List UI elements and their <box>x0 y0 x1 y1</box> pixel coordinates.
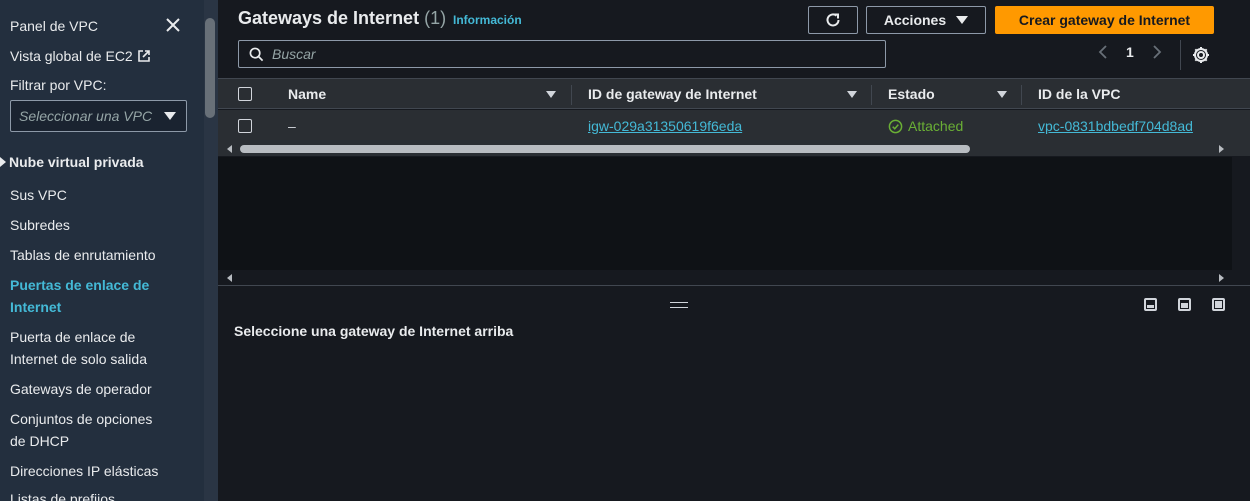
sort-caret-icon[interactable] <box>546 91 556 98</box>
page-horizontal-scrollbar[interactable] <box>218 270 1250 286</box>
pagination: 1 <box>1098 44 1162 60</box>
sidebar-item-elastic-ips[interactable]: Direcciones IP elásticas <box>10 460 190 482</box>
sidebar-item-prefix-lists[interactable]: Listas de prefijos <box>10 488 190 501</box>
table-horizontal-scrollbar[interactable] <box>218 142 1250 156</box>
info-link[interactable]: Información <box>453 13 522 27</box>
chevron-right-icon[interactable] <box>1152 44 1162 60</box>
page-title-text: Gateways de Internet <box>238 8 420 28</box>
sidebar: Panel de VPC Vista global de EC2 Filtrar… <box>0 0 218 501</box>
caret-down-icon <box>164 112 176 120</box>
caret-right-icon <box>0 157 6 167</box>
vpc-filter-select[interactable]: Seleccionar una VPC <box>10 100 187 132</box>
panel-maximize-icon[interactable] <box>1212 298 1225 311</box>
ec2-link-label: Vista global de EC2 <box>10 48 133 64</box>
vpc-filter-placeholder: Seleccionar una VPC <box>19 108 153 124</box>
search-placeholder: Buscar <box>272 46 316 62</box>
ec2-global-view-link[interactable]: Vista global de EC2 <box>10 48 151 64</box>
vertical-scrollbar[interactable] <box>1232 157 1250 270</box>
refresh-button[interactable] <box>808 6 858 34</box>
page-title: Gateways de Internet (1) <box>238 8 446 29</box>
close-icon[interactable] <box>163 15 183 35</box>
gear-icon[interactable] <box>1191 45 1211 65</box>
status-text: Attached <box>908 118 964 134</box>
sidebar-item-subnets[interactable]: Subredes <box>10 214 190 236</box>
table-header: Name ID de gateway de Internet Estado ID… <box>218 78 1250 109</box>
external-link-icon <box>137 50 150 62</box>
caret-down-icon <box>956 16 969 24</box>
sort-caret-icon[interactable] <box>847 91 857 98</box>
cell-status: Attached <box>888 118 963 134</box>
divider <box>1180 40 1181 70</box>
table-empty-area <box>218 157 1232 270</box>
cell-vpc-id-link[interactable]: vpc-0831bdbedf704d8ad <box>1038 118 1193 134</box>
column-header-vpc-id[interactable]: ID de la VPC <box>1038 86 1120 102</box>
sidebar-item-internet-gateways[interactable]: Puertas de enlace de Internet <box>10 274 160 318</box>
chevron-left-icon[interactable] <box>1098 44 1108 60</box>
scrollbar-thumb[interactable] <box>240 145 970 153</box>
sidebar-item-carrier-gateways[interactable]: Gateways de operador <box>10 378 190 400</box>
column-divider[interactable] <box>871 85 872 105</box>
search-input[interactable]: Buscar <box>238 40 886 68</box>
table-row[interactable]: – igw-029a31350619f6eda Attached vpc-083… <box>218 110 1250 142</box>
split-panel: Seleccione una gateway de Internet arrib… <box>218 287 1250 501</box>
cell-gateway-id-link[interactable]: igw-029a31350619f6eda <box>588 118 742 134</box>
success-icon <box>888 119 903 133</box>
sidebar-item-egress-only-gateways[interactable]: Puerta de enlace de Internet de solo sal… <box>10 326 160 370</box>
create-internet-gateway-button[interactable]: Crear gateway de Internet <box>995 6 1214 34</box>
column-header-status[interactable]: Estado <box>888 86 935 102</box>
sidebar-item-route-tables[interactable]: Tablas de enrutamiento <box>10 244 190 266</box>
sidebar-item-dhcp-options[interactable]: Conjuntos de opciones de DHCP <box>10 408 170 452</box>
section-title: Nube virtual privada <box>9 154 144 170</box>
panel-side-icon[interactable] <box>1178 298 1191 311</box>
sort-caret-icon[interactable] <box>997 91 1007 98</box>
scroll-left-arrow-icon[interactable] <box>227 145 232 153</box>
column-divider[interactable] <box>571 85 572 105</box>
cell-name: – <box>288 118 296 134</box>
actions-button[interactable]: Acciones <box>866 6 986 34</box>
resize-handle-icon[interactable] <box>670 302 688 308</box>
panel-bottom-icon[interactable] <box>1144 298 1157 311</box>
item-count: (1) <box>424 8 447 28</box>
search-icon <box>249 47 264 61</box>
filter-label: Filtrar por VPC: <box>10 77 107 93</box>
split-panel-message: Seleccione una gateway de Internet arrib… <box>234 323 514 339</box>
row-checkbox[interactable] <box>238 119 252 133</box>
main-content: Gateways de Internet (1) Información Acc… <box>218 0 1250 501</box>
section-header[interactable]: Nube virtual privada <box>0 154 144 170</box>
sidebar-scrollbar-thumb[interactable] <box>205 18 215 118</box>
column-divider[interactable] <box>1021 85 1022 105</box>
page-number[interactable]: 1 <box>1126 44 1134 60</box>
scroll-right-arrow-icon[interactable] <box>1219 274 1224 282</box>
sidebar-title[interactable]: Panel de VPC <box>10 18 98 34</box>
scroll-left-arrow-icon[interactable] <box>227 274 232 282</box>
sidebar-item-vpcs[interactable]: Sus VPC <box>10 184 190 206</box>
scroll-right-arrow-icon[interactable] <box>1219 145 1224 153</box>
select-all-checkbox[interactable] <box>238 87 252 101</box>
refresh-icon <box>826 13 840 27</box>
column-header-name[interactable]: Name <box>288 86 326 102</box>
column-header-gateway-id[interactable]: ID de gateway de Internet <box>588 86 757 102</box>
actions-label: Acciones <box>883 12 947 28</box>
